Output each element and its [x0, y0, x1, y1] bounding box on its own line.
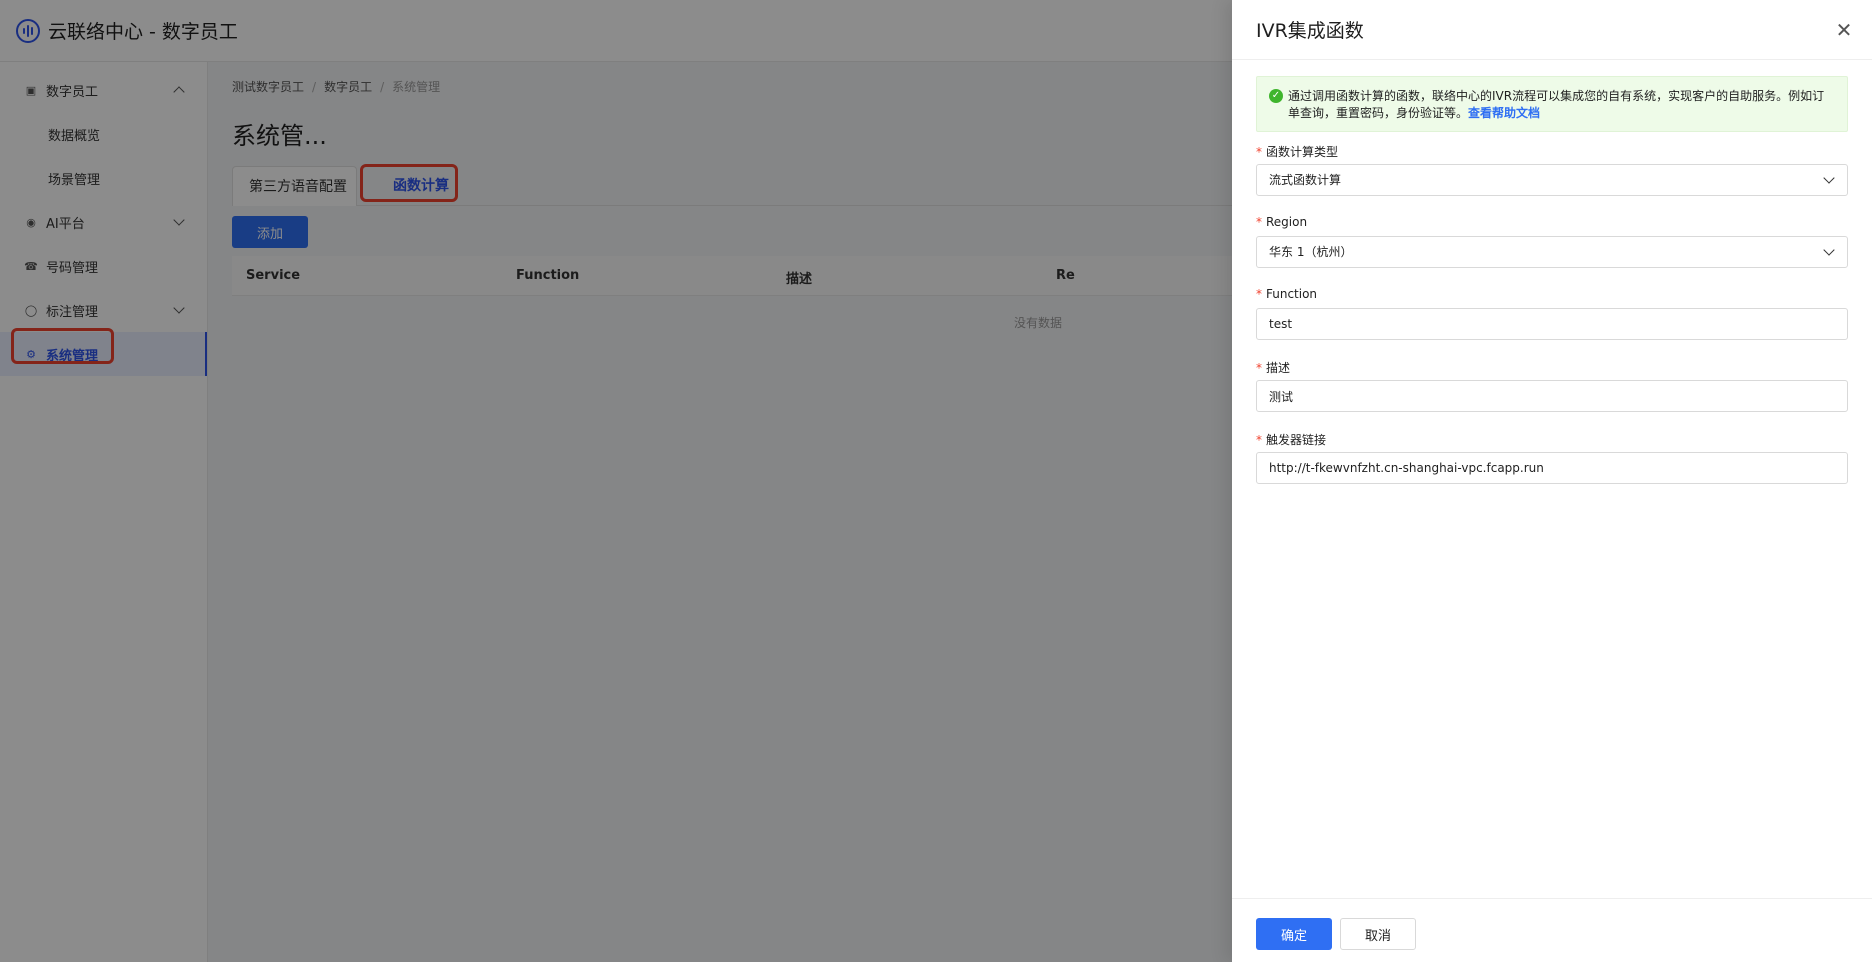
- trigger-url-input[interactable]: [1256, 452, 1848, 484]
- description-input[interactable]: [1256, 380, 1848, 412]
- field-label-function-type: * 函数计算类型: [1256, 145, 1339, 159]
- ivr-function-drawer: IVR集成函数 ✕ ✓ 通过调用函数计算的函数，联络中心的IVR流程可以集成您的…: [1232, 0, 1872, 962]
- help-doc-link[interactable]: 查看帮助文档: [1468, 106, 1540, 120]
- chevron-down-icon: [1823, 244, 1835, 256]
- cancel-button[interactable]: 取消: [1340, 918, 1416, 950]
- check-circle-icon: ✓: [1269, 89, 1283, 103]
- region-select[interactable]: 华东 1（杭州）: [1256, 236, 1848, 268]
- alert-text: 通过调用函数计算的函数，联络中心的IVR流程可以集成您的自有系统，实现客户的自助…: [1288, 89, 1825, 120]
- info-alert: ✓ 通过调用函数计算的函数，联络中心的IVR流程可以集成您的自有系统，实现客户的…: [1256, 76, 1848, 132]
- select-value: 华东 1（杭州）: [1269, 245, 1353, 259]
- function-type-select[interactable]: 流式函数计算: [1256, 164, 1848, 196]
- drawer-header: IVR集成函数 ✕: [1232, 0, 1872, 60]
- drawer-title: IVR集成函数: [1256, 20, 1364, 42]
- close-icon[interactable]: ✕: [1832, 18, 1856, 42]
- field-label-description: * 描述: [1256, 361, 1291, 375]
- select-value: 流式函数计算: [1269, 173, 1342, 187]
- field-label-function: * Function: [1256, 287, 1318, 301]
- field-label-region: * Region: [1256, 215, 1308, 229]
- field-label-trigger-url: * 触发器链接: [1256, 433, 1327, 447]
- confirm-button[interactable]: 确定: [1256, 918, 1332, 950]
- drawer-footer: 确定 取消: [1232, 898, 1872, 962]
- chevron-down-icon: [1823, 172, 1835, 184]
- function-input[interactable]: [1256, 308, 1848, 340]
